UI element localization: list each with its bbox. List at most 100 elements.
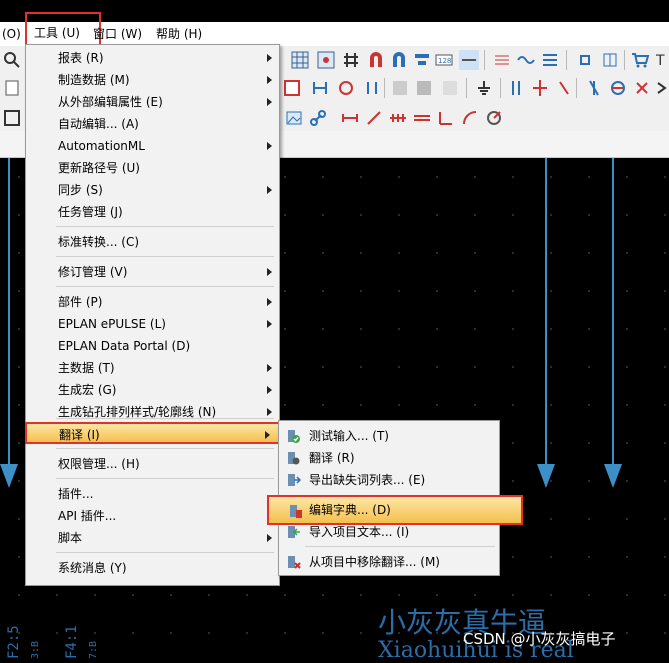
menu-item-system-messages[interactable]: 系统消息 (Y)	[26, 557, 279, 579]
wave-icon[interactable]	[516, 50, 536, 70]
menu-item-generate-macro[interactable]: 生成宏 (G)	[26, 379, 279, 401]
pin-icon[interactable]	[600, 50, 620, 70]
submenu-item-import-project-text[interactable]: 导入项目文本... (I)	[279, 521, 499, 543]
hatch-icon[interactable]	[390, 78, 410, 98]
dimension-arc-icon[interactable]	[460, 108, 480, 128]
hash-icon[interactable]	[341, 50, 361, 70]
link-icon[interactable]	[308, 108, 328, 128]
submenu-arrow-icon	[267, 268, 272, 276]
menu-separator	[56, 448, 274, 449]
line-icon[interactable]	[459, 50, 479, 70]
menu-item-eplan-epulse[interactable]: EPLAN ePULSE (L)	[26, 313, 279, 335]
cross-ref-label-1: F2:5	[6, 625, 22, 659]
csdn-watermark: CSDN @小灰灰搞电子	[463, 630, 616, 648]
image-icon[interactable]	[284, 108, 304, 128]
remove-translation-icon	[285, 554, 301, 570]
wire-3-arrow	[604, 464, 622, 488]
snap-grid-icon[interactable]	[316, 50, 336, 70]
menu-item-manufacturing-data[interactable]: 制造数据 (M)	[26, 69, 279, 91]
cross-ref-sub-1: 3:B	[30, 640, 41, 659]
menu-item-plugins[interactable]: 插件...	[26, 483, 279, 505]
translate-submenu: 测试输入... (T) 翻译 (R) 导出缺失词列表... (E) 编辑字典..…	[267, 420, 523, 576]
test-input-icon	[285, 428, 301, 444]
dimension-icon[interactable]	[340, 108, 360, 128]
svg-text:128: 128	[438, 57, 451, 65]
cart-icon[interactable]	[630, 50, 650, 70]
submenu-arrow-icon	[267, 320, 272, 328]
cross-ref-label-2: F4:1	[64, 625, 80, 659]
menu-item-master-data[interactable]: 主数据 (T)	[26, 357, 279, 379]
macro-icon[interactable]	[2, 78, 22, 98]
terminal-icon[interactable]	[575, 50, 595, 70]
menu-item-translate[interactable]: 翻译 (I)	[25, 422, 288, 444]
translate-icon	[285, 450, 301, 466]
ground-icon[interactable]	[474, 78, 494, 98]
text-tool-icon[interactable]: T	[654, 50, 669, 70]
plug-icon[interactable]	[362, 78, 382, 98]
align-icon[interactable]	[412, 50, 432, 70]
busbar-icon[interactable]	[310, 78, 330, 98]
counter-icon[interactable]: 128	[434, 50, 454, 70]
menu-item-eplan-data-portal[interactable]: EPLAN Data Portal (D)	[26, 335, 279, 357]
magnet-icon[interactable]	[366, 50, 386, 70]
menu-item-drill-pattern[interactable]: 生成钻孔排列样式/轮廓线 (N)	[26, 401, 279, 423]
svg-text:T: T	[655, 53, 665, 69]
menu-item-api-plugins[interactable]: API 插件...	[26, 505, 279, 527]
more-chevron-icon[interactable]	[652, 78, 669, 98]
menu-partial-left[interactable]: (O)	[2, 24, 21, 44]
menu-item-update-path-number[interactable]: 更新路径号 (U)	[26, 157, 279, 179]
menu-item-standard-conversion[interactable]: 标准转换... (C)	[26, 231, 279, 253]
frame-icon[interactable]	[2, 108, 22, 128]
fill-icon[interactable]	[440, 78, 460, 98]
submenu-arrow-icon	[267, 408, 272, 416]
connection-icon[interactable]	[540, 50, 560, 70]
pattern-icon[interactable]	[414, 78, 434, 98]
text-lines-icon[interactable]	[492, 50, 512, 70]
menu-item-task-management[interactable]: 任务管理 (J)	[26, 201, 279, 223]
menu-help[interactable]: 帮助 (H)	[156, 24, 202, 44]
coil-icon[interactable]	[530, 78, 550, 98]
submenu-item-remove-translation[interactable]: 从项目中移除翻译... (M)	[279, 551, 499, 573]
menu-item-revision-management[interactable]: 修订管理 (V)	[26, 261, 279, 283]
cable-icon[interactable]	[336, 78, 356, 98]
submenu-arrow-icon	[267, 298, 272, 306]
cross-icon[interactable]	[632, 78, 652, 98]
grid-icon[interactable]	[290, 50, 310, 70]
search-icon[interactable]	[2, 50, 22, 70]
submenu-separator	[305, 546, 495, 547]
menu-window[interactable]: 窗口 (W)	[93, 24, 142, 44]
menu-item-scripts[interactable]: 脚本	[26, 527, 279, 549]
submenu-item-test-input[interactable]: 测试输入... (T)	[279, 425, 499, 447]
submenu-arrow-icon	[267, 98, 272, 106]
submenu-arrow-icon	[267, 534, 272, 542]
dimension-diagonal-icon[interactable]	[364, 108, 384, 128]
magnet-alt-icon[interactable]	[389, 50, 409, 70]
menu-item-parts[interactable]: 部件 (P)	[26, 291, 279, 313]
submenu-arrow-icon	[267, 364, 272, 372]
menu-separator	[56, 286, 274, 287]
menu-item-reports[interactable]: 报表 (R)	[26, 47, 279, 69]
menu-item-sync[interactable]: 同步 (S)	[26, 179, 279, 201]
edit-dictionary-icon	[287, 502, 303, 518]
dimension-base-icon[interactable]	[412, 108, 432, 128]
switch-icon[interactable]	[554, 78, 574, 98]
submenu-item-translate[interactable]: 翻译 (R)	[279, 447, 499, 469]
submenu-arrow-icon	[267, 386, 272, 394]
dimension-radius-icon[interactable]	[484, 108, 504, 128]
device-icon[interactable]	[282, 78, 302, 98]
menu-item-permission-management[interactable]: 权限管理... (H)	[26, 453, 279, 475]
contact-icon[interactable]	[506, 78, 526, 98]
submenu-item-export-missing-words[interactable]: 导出缺失词列表... (E)	[279, 469, 499, 491]
dimension-chain-icon[interactable]	[388, 108, 408, 128]
menu-item-external-edit-properties[interactable]: 从外部编辑属性 (E)	[26, 91, 279, 113]
diode-icon[interactable]	[584, 78, 604, 98]
menu-item-auto-edit[interactable]: 自动编辑... (A)	[26, 113, 279, 135]
import-project-text-icon	[285, 524, 301, 540]
dimension-angle-icon[interactable]	[436, 108, 456, 128]
wire-3	[612, 158, 614, 468]
wire-1-arrow	[0, 464, 18, 488]
lamp-icon[interactable]	[608, 78, 628, 98]
menu-separator	[56, 226, 274, 227]
cross-ref-sub-2: 7:B	[88, 640, 99, 659]
menu-item-automationml[interactable]: AutomationML	[26, 135, 279, 157]
